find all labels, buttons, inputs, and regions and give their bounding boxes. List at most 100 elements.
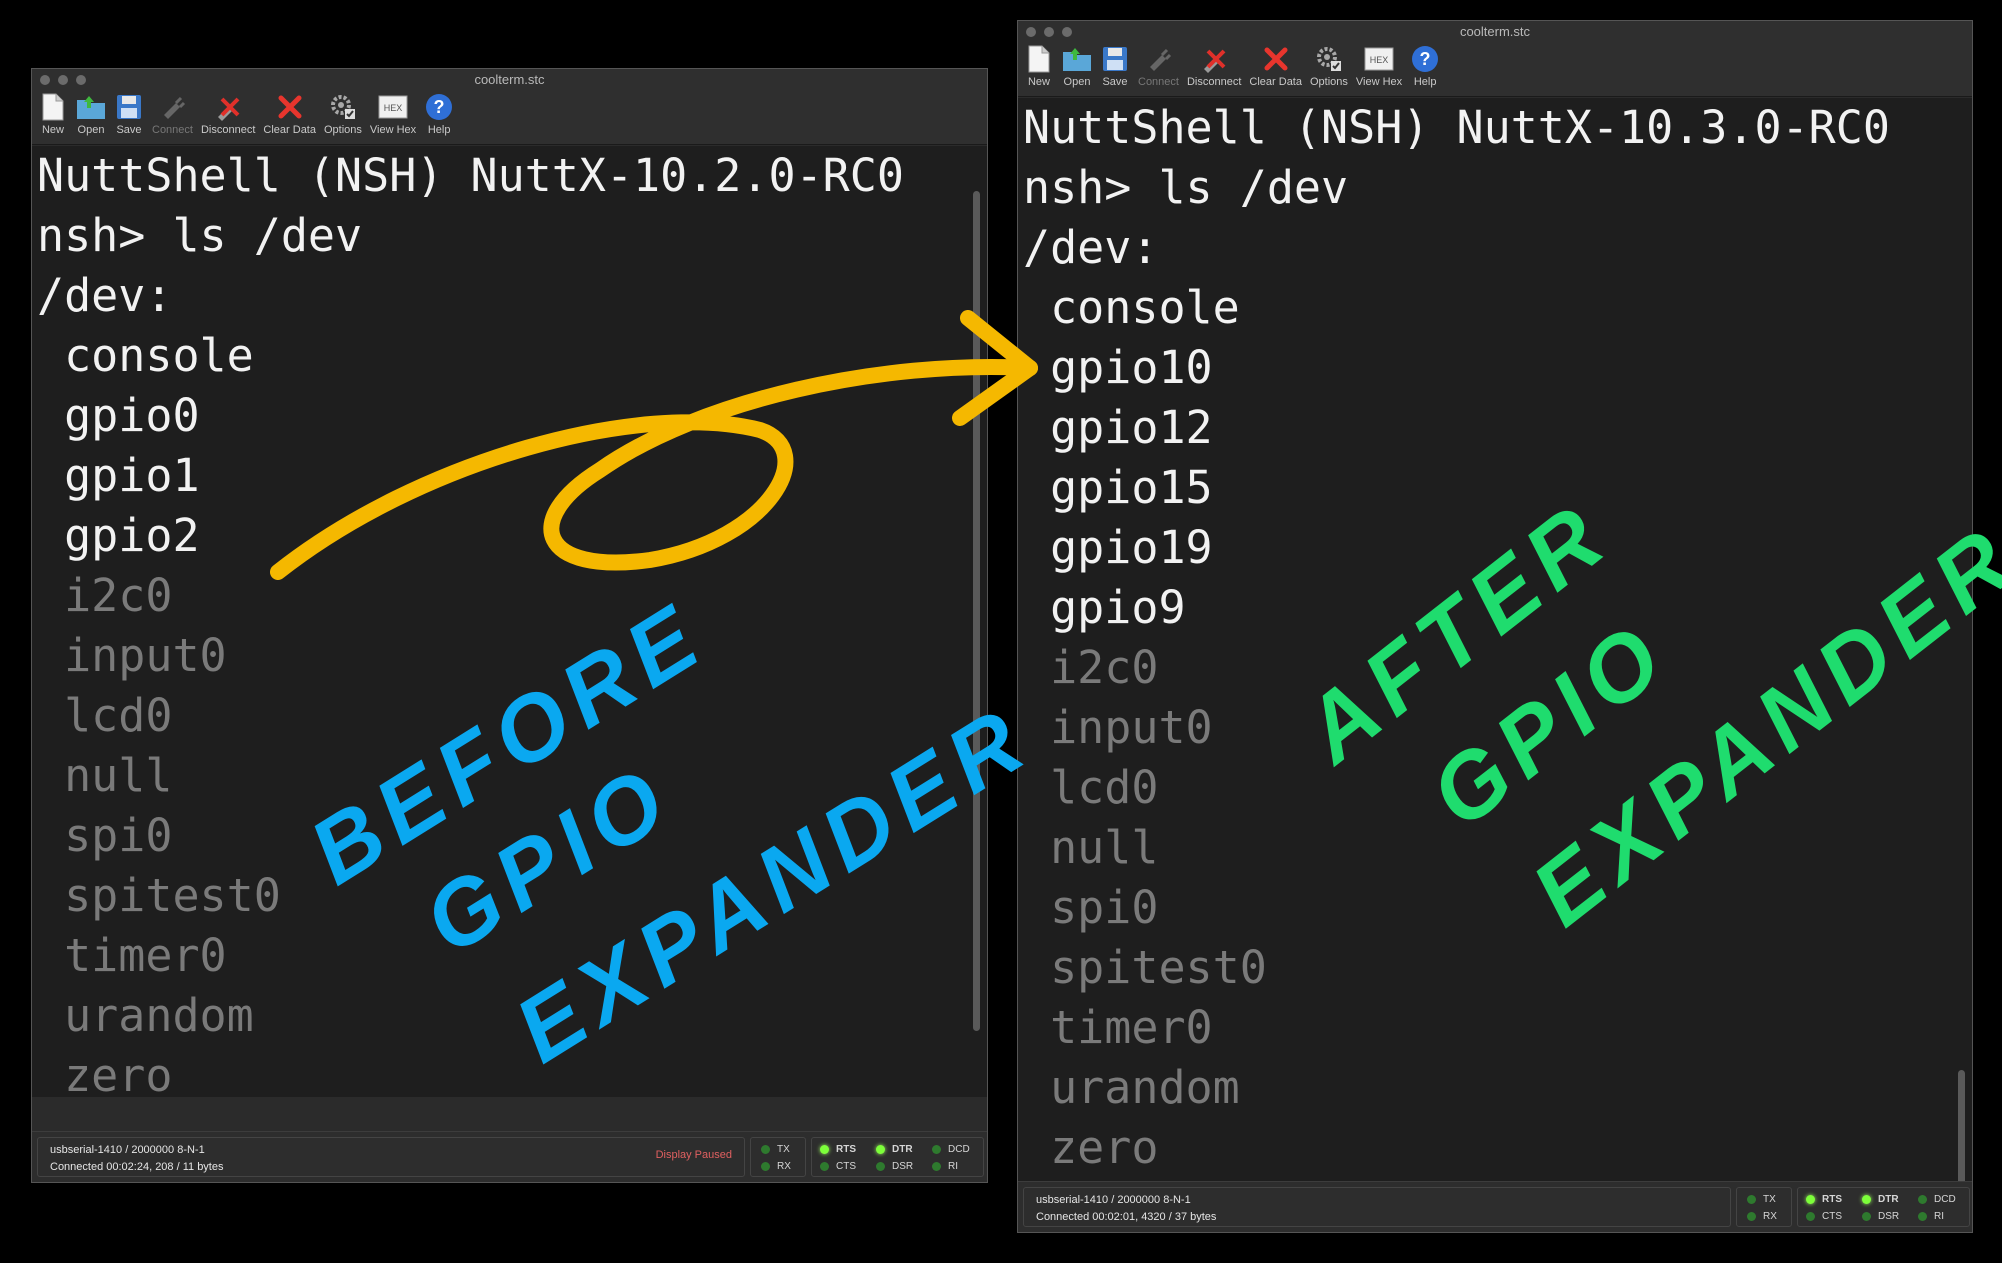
scroll-thumb[interactable]: [973, 191, 980, 1031]
connect-button[interactable]: Connect: [152, 89, 193, 144]
view-hex-button[interactable]: HEX View Hex: [1356, 41, 1402, 96]
connection-info: Connected 00:02:24, 208 / 11 bytes: [50, 1161, 224, 1173]
open-button[interactable]: Open: [76, 89, 106, 144]
cts-indicator: CTS: [820, 1161, 856, 1172]
dsr-indicator: DSR: [1862, 1211, 1899, 1222]
connect-button[interactable]: Connect: [1138, 41, 1179, 96]
open-button[interactable]: Open: [1062, 41, 1092, 96]
options-button[interactable]: Options: [324, 89, 362, 144]
display-paused-label: Display Paused: [655, 1149, 732, 1161]
cts-led-icon: [1806, 1212, 1815, 1221]
terminal-line: NuttShell (NSH) NuttX-10.2.0-RC0: [37, 149, 904, 202]
terminal-line: null: [1023, 821, 1159, 874]
terminal-line: spi0: [37, 809, 173, 862]
terminal-line: gpio1: [37, 449, 200, 502]
terminal-line: null: [37, 749, 173, 802]
tx-led-icon: [1747, 1195, 1756, 1204]
terminal-line: input0: [1023, 701, 1213, 754]
help-icon: ?: [424, 92, 454, 122]
dtr-led-icon: [1862, 1195, 1871, 1204]
rts-led-icon: [1806, 1195, 1815, 1204]
terminal-line: gpio19: [1023, 521, 1213, 574]
title-bar[interactable]: coolterm.stc: [1018, 21, 1972, 41]
terminal-line: i2c0: [37, 569, 173, 622]
ri-indicator: RI: [1918, 1211, 1944, 1222]
connect-plug-icon: [157, 92, 187, 122]
terminal-line: urandom: [37, 989, 254, 1042]
terminal-line: /dev:: [37, 269, 173, 322]
new-button[interactable]: New: [38, 89, 68, 144]
gear-icon: [1314, 44, 1344, 74]
terminal-output[interactable]: NuttShell (NSH) NuttX-10.2.0-RC0 nsh> ls …: [32, 146, 969, 1097]
disconnect-button[interactable]: Disconnect: [1187, 41, 1241, 96]
dsr-indicator: DSR: [876, 1161, 913, 1172]
ri-indicator: RI: [932, 1161, 958, 1172]
toolbar: New Open Save Connect Disconnect Clear D…: [1018, 41, 1972, 97]
scroll-thumb[interactable]: [1958, 1070, 1965, 1190]
vertical-scrollbar[interactable]: [967, 146, 987, 1097]
clear-data-button[interactable]: Clear Data: [263, 89, 316, 144]
terminal-line: input0: [37, 629, 227, 682]
terminal-line: spitest0: [1023, 941, 1267, 994]
rts-indicator[interactable]: RTS: [820, 1144, 856, 1155]
dcd-indicator: DCD: [1918, 1194, 1956, 1205]
new-button[interactable]: New: [1024, 41, 1054, 96]
terminal-line: gpio10: [1023, 341, 1213, 394]
help-button[interactable]: ? Help: [424, 89, 454, 144]
window-title: coolterm.stc: [1459, 24, 1531, 39]
view-hex-button[interactable]: HEX View Hex: [370, 89, 416, 144]
cts-indicator: CTS: [1806, 1211, 1842, 1222]
disconnect-plug-icon: [1199, 44, 1229, 74]
port-settings: usbserial-1410 / 2000000 8-N-1: [1036, 1194, 1191, 1206]
ri-led-icon: [1918, 1212, 1927, 1221]
status-bar: usbserial-1410 / 2000000 8-N-1 Connected…: [32, 1131, 987, 1182]
rx-led-icon: [761, 1162, 770, 1171]
terminal-line: nsh> ls /dev: [1023, 161, 1349, 214]
terminal-line: timer0: [1023, 1001, 1213, 1054]
window-title: coolterm.stc: [474, 72, 545, 87]
terminal-line: timer0: [37, 929, 227, 982]
rx-led-icon: [1747, 1212, 1756, 1221]
terminal-line: zero: [37, 1049, 173, 1097]
terminal-line: gpio2: [37, 509, 200, 562]
hex-icon: HEX: [378, 92, 408, 122]
terminal-line: /dev:: [1023, 221, 1159, 274]
toolbar: New Open Save Connect Disconnect Clear D…: [32, 89, 987, 145]
rx-indicator: RX: [1747, 1211, 1777, 1222]
help-icon: ?: [1410, 44, 1440, 74]
clear-data-button[interactable]: Clear Data: [1249, 41, 1302, 96]
line-status-indicators: RTS CTS DTR DSR DCD RI: [1797, 1187, 1970, 1227]
terminal-line: spitest0: [37, 869, 281, 922]
title-bar[interactable]: coolterm.stc: [32, 69, 987, 89]
line-status-indicators: RTS CTS DTR DSR DCD RI: [811, 1137, 984, 1177]
connection-info: Connected 00:02:01, 4320 / 37 bytes: [1036, 1211, 1217, 1223]
dtr-led-icon: [876, 1145, 885, 1154]
tx-rx-indicators: TX RX: [1736, 1187, 1792, 1227]
terminal-line: zero: [1023, 1121, 1159, 1174]
dtr-indicator[interactable]: DTR: [1862, 1194, 1899, 1205]
svg-text:HEX: HEX: [1370, 55, 1389, 65]
dtr-indicator[interactable]: DTR: [876, 1144, 913, 1155]
open-folder-icon: [76, 92, 106, 122]
connect-plug-icon: [1143, 44, 1173, 74]
terminal-line: urandom: [1023, 1061, 1240, 1114]
cts-led-icon: [820, 1162, 829, 1171]
dcd-led-icon: [932, 1145, 941, 1154]
terminal-line: nsh> ls /dev: [37, 209, 363, 262]
connection-status: usbserial-1410 / 2000000 8-N-1 Connected…: [37, 1137, 745, 1177]
terminal-output[interactable]: NuttShell (NSH) NuttX-10.3.0-RC0 nsh> ls …: [1018, 98, 1954, 1194]
rts-indicator[interactable]: RTS: [1806, 1194, 1842, 1205]
save-button[interactable]: Save: [114, 89, 144, 144]
help-button[interactable]: ? Help: [1410, 41, 1440, 96]
disconnect-button[interactable]: Disconnect: [201, 89, 255, 144]
vertical-scrollbar[interactable]: [1952, 98, 1972, 1194]
svg-text:?: ?: [1420, 49, 1431, 69]
gear-icon: [328, 92, 358, 122]
dsr-led-icon: [1862, 1212, 1871, 1221]
red-x-icon: [1261, 44, 1291, 74]
terminal-window-after: coolterm.stc New Open Save Connect Disco…: [1017, 20, 1973, 1233]
dsr-led-icon: [876, 1162, 885, 1171]
connection-status: usbserial-1410 / 2000000 8-N-1 Connected…: [1023, 1187, 1731, 1227]
save-button[interactable]: Save: [1100, 41, 1130, 96]
options-button[interactable]: Options: [1310, 41, 1348, 96]
